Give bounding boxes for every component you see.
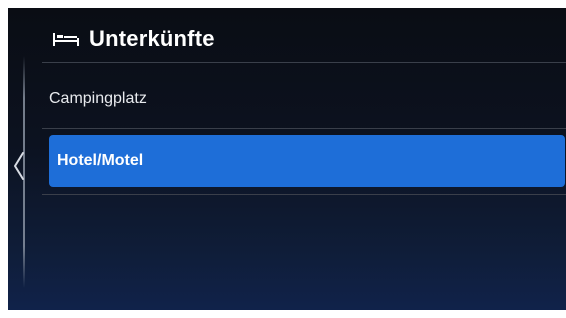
divider — [42, 194, 566, 195]
bed-icon — [52, 30, 80, 48]
chevron-left-icon — [14, 152, 24, 180]
page-header: Unterkünfte — [52, 22, 215, 56]
page-title: Unterkünfte — [89, 26, 215, 51]
list-item-label: Campingplatz — [49, 90, 147, 107]
list-item-label: Hotel/Motel — [57, 152, 144, 169]
accommodation-screen: Unterkünfte Campingplatz Hotel/Motel — [8, 8, 566, 310]
back-button[interactable] — [12, 151, 26, 181]
list-item-hotel-motel[interactable]: Hotel/Motel — [49, 135, 565, 187]
divider — [42, 128, 566, 129]
list-item-campingplatz[interactable]: Campingplatz — [42, 70, 566, 128]
divider — [42, 62, 566, 63]
